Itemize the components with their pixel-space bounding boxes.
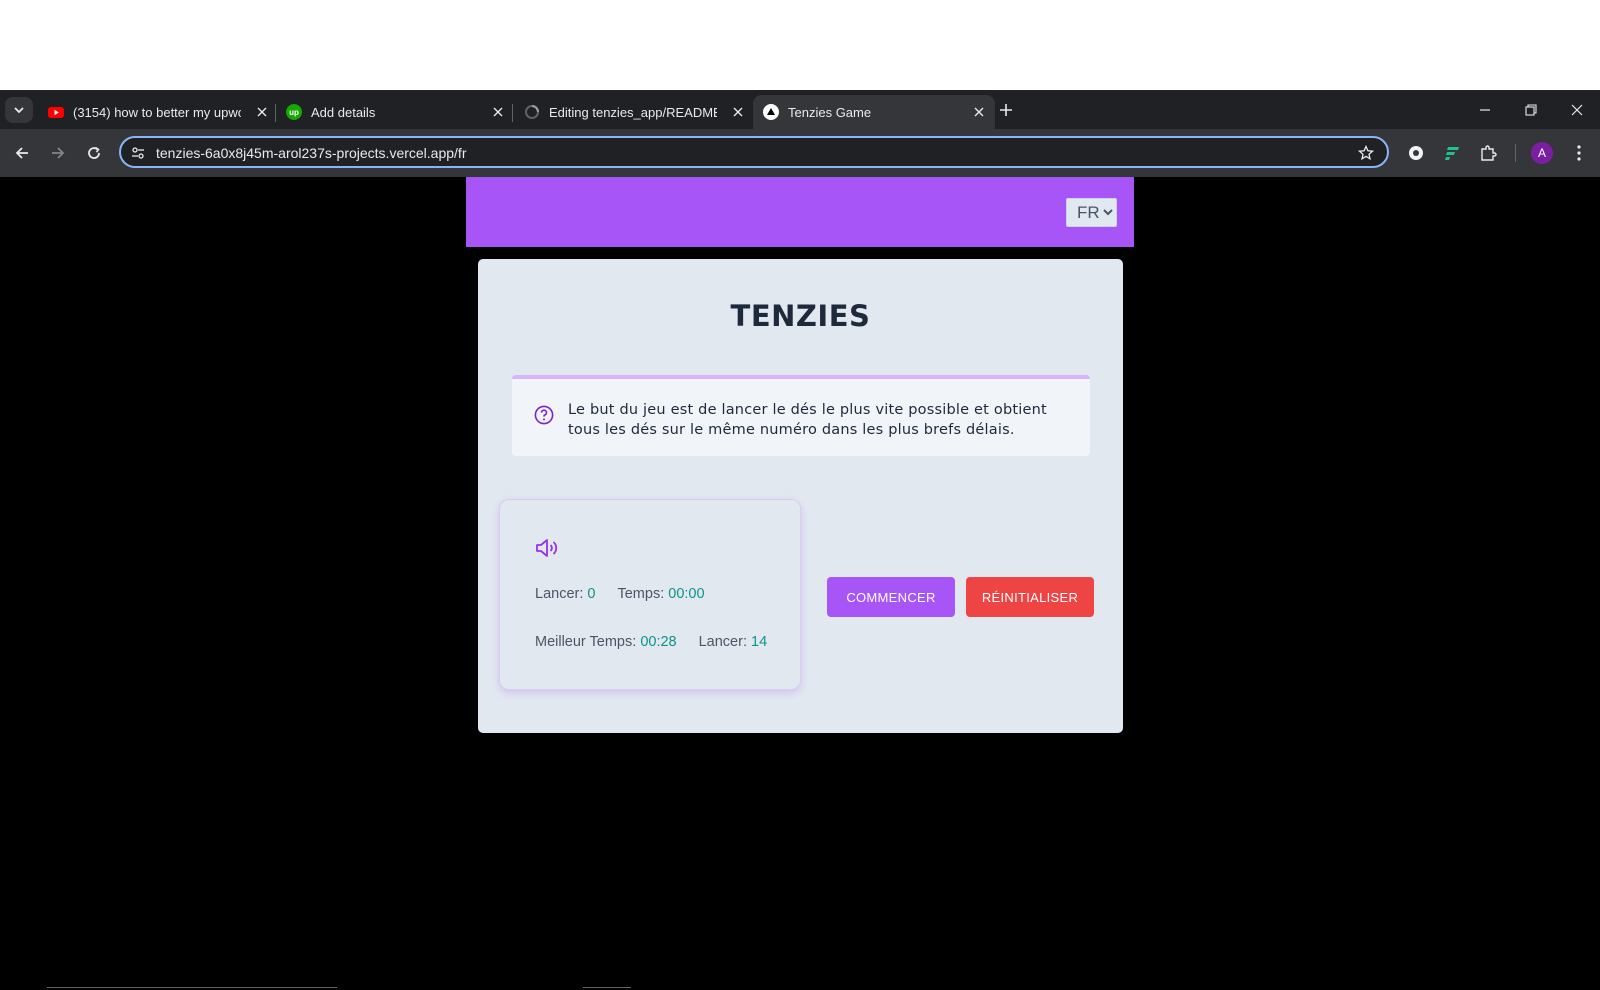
instructions-text: Le but du jeu est de lancer le dés le pl… <box>568 402 1047 438</box>
restore-button[interactable] <box>1520 99 1542 121</box>
extension-lines-icon[interactable] <box>1441 142 1463 164</box>
reload-icon <box>88 146 100 159</box>
tab-upwork[interactable]: up Add details <box>278 95 514 129</box>
tab-title: Tenzies Game <box>788 104 872 120</box>
tab-divider <box>275 104 276 122</box>
current-stats-row: Lancer: 0 Temps: 00:00 <box>535 586 705 602</box>
rolls-label: Lancer: <box>535 586 584 602</box>
address-bar[interactable] <box>119 136 1389 168</box>
tab-title: Add details <box>311 104 376 120</box>
best-time-value: 00:28 <box>640 634 677 650</box>
reset-button[interactable]: RÉINITIALISER <box>966 577 1094 617</box>
page-viewport: FR TENZIES Le but du jeu est de lancer l… <box>0 177 1600 990</box>
question-circle-icon <box>534 405 554 425</box>
time-value: 00:00 <box>668 586 705 602</box>
vercel-icon <box>763 104 779 120</box>
plus-icon <box>1000 104 1012 116</box>
close-window-button[interactable] <box>1566 99 1588 121</box>
best-time-label: Meilleur Temps: <box>535 634 637 650</box>
arrow-left-icon <box>15 147 28 159</box>
chevron-down-icon <box>14 107 24 114</box>
url-input[interactable] <box>156 143 1336 163</box>
tab-divider <box>512 104 513 122</box>
taskbar-indicator <box>583 987 631 988</box>
best-rolls-value: 14 <box>751 634 768 650</box>
toolbar-divider <box>1515 144 1516 162</box>
minimize-button[interactable] <box>1474 99 1496 121</box>
game-card: TENZIES Le but du jeu est de lancer le d… <box>478 259 1123 733</box>
instructions-box: Le but du jeu est de lancer le dés le pl… <box>512 375 1090 456</box>
menu-kebab-icon[interactable] <box>1568 142 1590 164</box>
site-info-icon[interactable] <box>130 145 146 161</box>
tab-strip: (3154) how to better my upwo up Add deta… <box>0 90 1600 129</box>
close-icon[interactable] <box>254 104 270 120</box>
tab-title: Editing tenzies_app/README.m <box>549 104 717 120</box>
forward-button[interactable] <box>46 141 70 165</box>
tab-search-button[interactable] <box>5 97 33 123</box>
close-icon <box>1571 104 1583 116</box>
github-loading-icon <box>525 105 539 119</box>
time-label: Temps: <box>617 586 665 602</box>
language-select[interactable]: FR <box>1066 198 1117 227</box>
extension-circle-icon[interactable] <box>1405 142 1427 164</box>
back-button[interactable] <box>10 141 34 165</box>
tab-youtube[interactable]: (3154) how to better my upwo <box>40 95 278 129</box>
close-icon[interactable] <box>490 104 506 120</box>
rolls-value: 0 <box>587 586 596 602</box>
restore-icon <box>1525 104 1537 116</box>
close-icon[interactable] <box>971 104 987 120</box>
new-tab-button[interactable] <box>996 100 1016 120</box>
page-title: TENZIES <box>730 299 871 333</box>
best-rolls-label: Lancer: <box>698 634 747 650</box>
bookmark-star-icon[interactable] <box>1357 144 1375 162</box>
speaker-icon[interactable] <box>534 536 560 560</box>
stats-card: Lancer: 0 Temps: 00:00 Meilleur Temps: 00… <box>499 499 801 690</box>
browser-toolbar: A <box>0 129 1600 177</box>
tab-github[interactable]: Editing tenzies_app/README.m <box>516 95 754 129</box>
profile-avatar[interactable]: A <box>1531 142 1553 164</box>
minimize-icon <box>1480 109 1490 111</box>
reload-button[interactable] <box>82 141 106 165</box>
app-header: FR <box>466 177 1134 247</box>
svg-text:up: up <box>289 108 299 117</box>
best-stats-row: Meilleur Temps: 00:28 Lancer: 14 <box>535 634 767 650</box>
upwork-icon: up <box>286 104 302 120</box>
extensions-puzzle-icon[interactable] <box>1477 142 1499 164</box>
tab-title: (3154) how to better my upwo <box>73 104 241 120</box>
youtube-icon <box>48 107 64 118</box>
close-icon[interactable] <box>730 104 746 120</box>
start-button[interactable]: COMMENCER <box>827 577 955 617</box>
tab-tenzies[interactable]: Tenzies Game <box>753 95 995 129</box>
taskbar-indicator <box>47 987 337 988</box>
arrow-right-icon <box>52 147 65 159</box>
top-blank-area <box>0 0 1600 90</box>
